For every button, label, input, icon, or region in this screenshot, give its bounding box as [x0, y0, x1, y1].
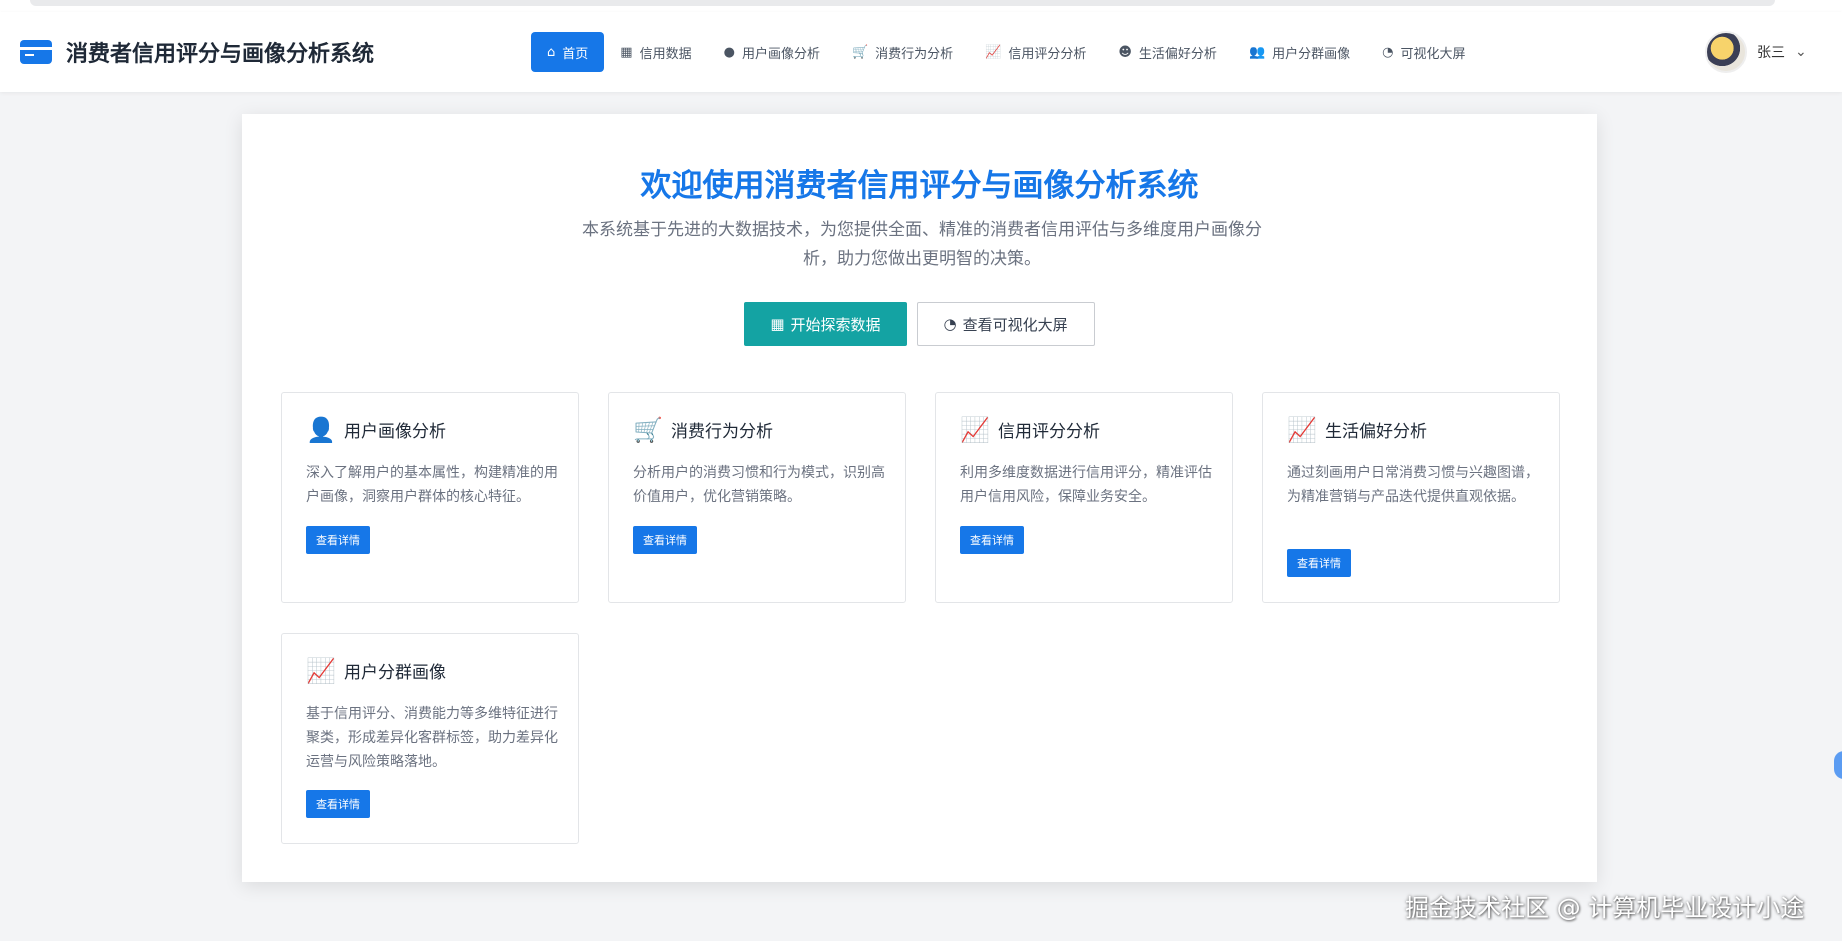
line-chart-icon: 📈 [306, 656, 336, 685]
user-menu[interactable]: 张三 ⌄ [1705, 30, 1807, 74]
nav-item-dashboard[interactable]: ◔ 可视化大屏 [1366, 32, 1481, 72]
hero-description: 本系统基于先进的大数据技术，为您提供全面、精准的消费者信用评估与多维度用户画像分… [582, 220, 1262, 269]
floating-side-button[interactable] [1834, 751, 1842, 779]
nav-label: 可视化大屏 [1400, 46, 1466, 62]
line-chart-icon: 📈 [985, 44, 1002, 60]
feature-card-credit-score: 📈 信用评分分析 利用多维度数据进行信用评分，精准评估用户信用风险，保障业务安全… [935, 392, 1233, 603]
feature-header: 👤 用户画像分析 [306, 415, 446, 444]
nav-label: 信用评分分析 [1008, 46, 1087, 62]
line-chart-icon: 📈 [960, 415, 990, 444]
user-icon: ● [723, 44, 735, 60]
hero-title: 欢迎使用消费者信用评分与画像分析系统 [640, 168, 1199, 204]
pie-chart-icon: ◔ [1382, 44, 1394, 60]
feature-title: 用户画像分析 [344, 422, 446, 442]
nav-label: 生活偏好分析 [1138, 46, 1217, 62]
credit-card-icon [20, 40, 52, 64]
feature-description: 深入了解用户的基本属性，构建精准的用户画像，洞察用户群体的核心特征。 [306, 465, 558, 505]
feature-title: 消费行为分析 [671, 422, 773, 442]
welcome-card: 欢迎使用消费者信用评分与画像分析系统 本系统基于先进的大数据技术，为您提供全面、… [242, 114, 1597, 882]
hero-actions: ▦ 开始探索数据 ◔ 查看可视化大屏 [242, 302, 1597, 346]
feature-card-lifestyle: 📈 生活偏好分析 通过刻画用户日常消费习惯与兴趣图谱，为精准营销与产品迭代提供直… [1262, 392, 1560, 603]
feature-title: 生活偏好分析 [1325, 422, 1427, 442]
nav-item-consumption[interactable]: 🛒 消费行为分析 [836, 32, 969, 72]
feature-header: 📈 用户分群画像 [306, 656, 446, 685]
explore-data-button[interactable]: ▦ 开始探索数据 [744, 302, 907, 346]
feature-card-consumption: 🛒 消费行为分析 分析用户的消费习惯和行为模式，识别高价值用户，优化营销策略。 … [608, 392, 906, 603]
nav-label: 用户分群画像 [1272, 46, 1351, 62]
cart-icon: 🛒 [851, 44, 869, 60]
view-dashboard-label: 查看可视化大屏 [962, 315, 1068, 334]
nav-item-segments[interactable]: 👥 用户分群画像 [1233, 32, 1366, 72]
nav-item-home[interactable]: ⌂ 首页 [531, 32, 605, 72]
nav-label: 信用数据 [639, 46, 692, 62]
user-name: 张三 [1757, 45, 1785, 61]
table-icon: ▦ [770, 315, 785, 333]
nav-label: 首页 [562, 46, 589, 62]
view-details-button[interactable]: 查看详情 [1287, 549, 1351, 577]
feature-description: 分析用户的消费习惯和行为模式，识别高价值用户，优化营销策略。 [633, 465, 885, 505]
nav-label: 用户画像分析 [741, 46, 820, 62]
view-dashboard-button[interactable]: ◔ 查看可视化大屏 [916, 302, 1095, 346]
pie-chart-icon: ◔ [943, 315, 957, 333]
users-icon: 👥 [1248, 44, 1266, 60]
nav-item-credit-score[interactable]: 📈 信用评分分析 [969, 32, 1102, 72]
feature-card-user-profile: 👤 用户画像分析 深入了解用户的基本属性，构建精准的用户画像，洞察用户群体的核心… [281, 392, 579, 603]
address-bar-edge [30, 0, 1775, 6]
nav-item-credit-data[interactable]: ▦ 信用数据 [604, 32, 707, 72]
feature-description: 通过刻画用户日常消费习惯与兴趣图谱，为精准营销与产品迭代提供直观依据。 [1287, 465, 1539, 505]
smile-icon: ☻ [1118, 44, 1132, 60]
app-title: 消费者信用评分与画像分析系统 [66, 42, 375, 67]
feature-card-segments: 📈 用户分群画像 基于信用评分、消费能力等多维特征进行聚类，形成差异化客群标签，… [281, 633, 579, 844]
nav-label: 消费行为分析 [875, 46, 954, 62]
nav-item-lifestyle[interactable]: ☻ 生活偏好分析 [1102, 32, 1233, 72]
feature-description: 基于信用评分、消费能力等多维特征进行聚类，形成差异化客群标签，助力差异化运营与风… [306, 706, 558, 770]
view-details-button[interactable]: 查看详情 [306, 790, 370, 818]
browser-top-strip [0, 0, 1842, 12]
feature-title: 信用评分分析 [998, 422, 1100, 442]
feature-title: 用户分群画像 [344, 663, 446, 683]
top-header: 消费者信用评分与画像分析系统 ⌂ 首页 ▦ 信用数据 ● 用户画像分析 🛒 消费… [0, 12, 1842, 92]
nav-item-user-profile[interactable]: ● 用户画像分析 [708, 32, 836, 72]
feature-header: 📈 信用评分分析 [960, 415, 1100, 444]
avatar[interactable] [1705, 31, 1747, 73]
line-chart-icon: 📈 [1287, 415, 1317, 444]
view-details-button[interactable]: 查看详情 [960, 526, 1024, 554]
table-icon: ▦ [620, 44, 633, 60]
brand[interactable]: 消费者信用评分与画像分析系统 [20, 34, 374, 70]
feature-header: 🛒 消费行为分析 [633, 415, 773, 444]
user-icon: 👤 [306, 415, 336, 444]
feature-description: 利用多维度数据进行信用评分，精准评估用户信用风险，保障业务安全。 [960, 465, 1212, 505]
view-details-button[interactable]: 查看详情 [306, 526, 370, 554]
chevron-down-icon[interactable]: ⌄ [1795, 44, 1807, 60]
explore-data-label: 开始探索数据 [790, 315, 881, 334]
main-nav: ⌂ 首页 ▦ 信用数据 ● 用户画像分析 🛒 消费行为分析 📈 信用评分分析 ☻… [531, 32, 1482, 72]
home-icon: ⌂ [547, 44, 556, 60]
feature-header: 📈 生活偏好分析 [1287, 415, 1427, 444]
cart-icon: 🛒 [633, 415, 663, 444]
view-details-button[interactable]: 查看详情 [633, 526, 697, 554]
watermark: 掘金技术社区 @ 计算机毕业设计小途 [1405, 894, 1805, 922]
